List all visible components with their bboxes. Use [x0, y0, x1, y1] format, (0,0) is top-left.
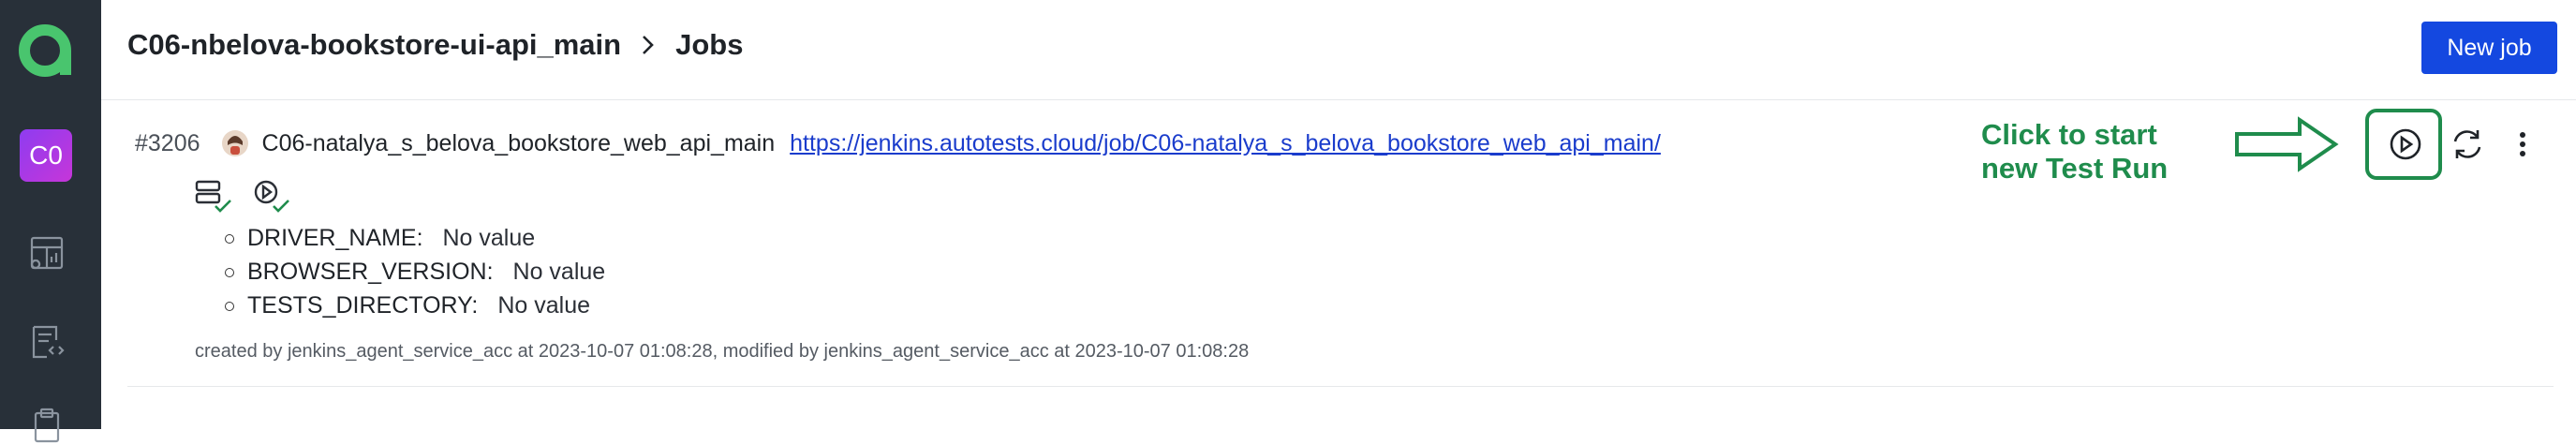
page-header: C06-nbelova-bookstore-ui-api_main Jobs N…	[101, 0, 2576, 100]
list-item: DRIVER_NAME: No value	[221, 221, 605, 255]
job-url-link[interactable]: https://jenkins.autotests.cloud/job/C06-…	[790, 130, 1661, 157]
page-title: Jobs	[675, 28, 744, 61]
play-check-icon	[253, 178, 292, 214]
status-icons	[195, 178, 292, 214]
project-avatar[interactable]: C0	[20, 129, 72, 182]
server-check-icon	[195, 178, 234, 214]
play-icon[interactable]	[2387, 126, 2424, 163]
more-vertical-icon[interactable]	[2504, 126, 2541, 163]
code-document-icon[interactable]	[28, 323, 66, 361]
breadcrumb: C06-nbelova-bookstore-ui-api_main Jobs	[127, 28, 743, 62]
breadcrumb-project-link[interactable]: C06-nbelova-bookstore-ui-api_main	[127, 28, 621, 62]
dashboard-icon[interactable]	[28, 234, 66, 272]
sidebar: C0	[0, 0, 101, 443]
job-meta: created by jenkins_agent_service_acc at …	[195, 341, 1250, 362]
list-item: BROWSER_VERSION: No value	[221, 255, 605, 289]
new-job-button[interactable]: New job	[2421, 22, 2557, 74]
job-title-line: #3206 C06-natalya_s_belova_bookstore_web…	[135, 129, 1661, 157]
job-card: #3206 C06-natalya_s_belova_bookstore_web…	[127, 99, 2554, 387]
chevron-right-icon	[634, 31, 662, 59]
job-parameters-list: DRIVER_NAME: No value BROWSER_VERSION: N…	[221, 221, 605, 322]
app-logo-icon[interactable]	[17, 21, 77, 81]
list-item: TESTS_DIRECTORY: No value	[221, 289, 605, 322]
user-avatar-icon	[221, 129, 249, 157]
refresh-icon[interactable]	[2449, 126, 2486, 163]
job-name: C06-natalya_s_belova_bookstore_web_api_m…	[261, 129, 776, 156]
clipboard-icon[interactable]	[28, 408, 66, 445]
arrow-right-icon	[2235, 116, 2339, 172]
annotation-text: Click to start new Test Run	[1981, 118, 2169, 185]
job-id: #3206	[135, 129, 200, 156]
